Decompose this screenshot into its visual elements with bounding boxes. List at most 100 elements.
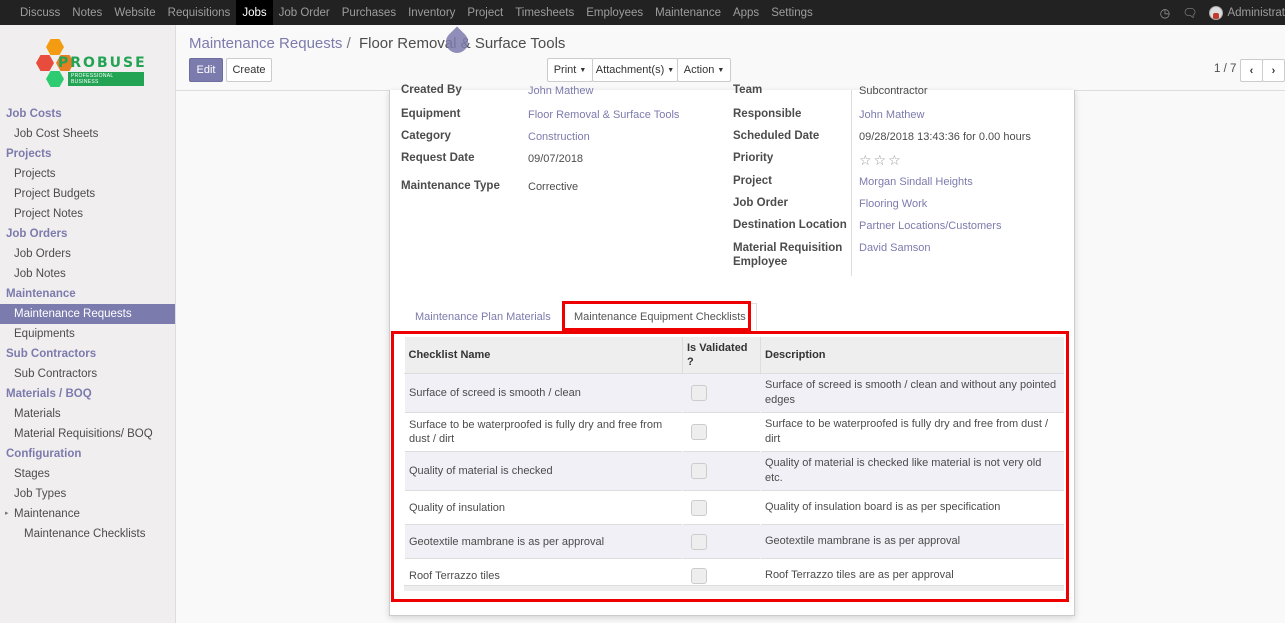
field-value-project[interactable]: Morgan Sindall Heights — [859, 176, 973, 188]
top-menu-apps[interactable]: Apps — [727, 0, 765, 25]
sidebar-item-maintenance[interactable]: ▸ Maintenance — [0, 504, 175, 524]
table-row[interactable]: Quality of material is checked Quality of… — [404, 451, 1064, 491]
table-row[interactable]: Geotextile mambrane is as per approval Ge… — [404, 524, 1064, 559]
field-value-destination-location[interactable]: Partner Locations/Customers — [859, 220, 1001, 232]
top-menu-requisitions[interactable]: Requisitions — [162, 0, 237, 25]
sidebar-item-label: Maintenance Checklists — [24, 528, 146, 540]
validated-checkbox[interactable] — [691, 567, 707, 584]
field-value-created-by[interactable]: John Mathew — [528, 85, 593, 97]
top-menu-discuss[interactable]: Discuss — [0, 0, 66, 25]
pager-previous-button[interactable]: ‹ — [1240, 59, 1263, 82]
sidebar-menu: Job Costs Job Cost Sheets Projects Projects… — [0, 104, 175, 544]
systray: ◷ 🗨 Administrat — [1160, 0, 1285, 25]
field-value-equipment[interactable]: Floor Removal & Surface Tools — [528, 109, 679, 121]
top-menu-maintenance[interactable]: Maintenance — [649, 0, 727, 25]
top-menu-project[interactable]: Project — [461, 0, 509, 25]
cell-is-validated — [682, 373, 761, 413]
sidebar-item-material-requisitions-boq[interactable]: Material Requisitions/ BOQ — [0, 424, 175, 444]
sidebar-section-maintenance[interactable]: Maintenance — [0, 284, 175, 304]
attachments-dropdown[interactable]: Attachment(s) ▼ — [592, 58, 678, 82]
pager-next-button[interactable]: › — [1262, 59, 1285, 82]
field-label-job-order: Job Order — [733, 197, 788, 209]
breadcrumb-parent[interactable]: Maintenance Requests — [189, 35, 342, 52]
sidebar-item-label: Project Budgets — [14, 188, 96, 200]
sidebar-section-job-costs[interactable]: Job Costs — [0, 104, 175, 124]
sidebar-item-materials[interactable]: Materials — [0, 404, 175, 424]
sidebar-section-sub-contractors[interactable]: Sub Contractors — [0, 344, 175, 364]
sidebar-item-label: Equipments — [14, 328, 75, 340]
column-header-checklist-name[interactable]: Checklist Name — [404, 337, 683, 374]
top-menu-notes[interactable]: Notes — [66, 0, 108, 25]
sidebar-item-label: Job Cost Sheets — [14, 128, 99, 140]
sidebar-item-label: Maintenance — [14, 508, 80, 520]
sidebar-item-sub-contractors[interactable]: Sub Contractors — [0, 364, 175, 384]
edit-button[interactable]: Edit — [189, 58, 223, 82]
cell-description: Surface to be waterproofed is fully dry … — [760, 412, 1064, 452]
field-label-priority: Priority — [733, 152, 774, 164]
cell-is-validated — [682, 490, 761, 525]
top-menu-purchases[interactable]: Purchases — [336, 0, 402, 25]
cell-description: Surface of screed is smooth / clean and … — [760, 373, 1064, 413]
field-value-job-order[interactable]: Flooring Work — [859, 198, 927, 210]
pager-value[interactable]: 1 / 7 — [1214, 63, 1236, 75]
cell-is-validated — [682, 524, 761, 559]
sidebar-item-job-cost-sheets[interactable]: Job Cost Sheets — [0, 124, 175, 144]
top-menu-job-order[interactable]: Job Order — [273, 0, 336, 25]
print-dropdown[interactable]: Print ▼ — [547, 58, 593, 82]
table-row[interactable]: Surface to be waterproofed is fully dry … — [404, 412, 1064, 452]
sidebar-section-configuration[interactable]: Configuration — [0, 444, 175, 464]
sidebar-item-projects[interactable]: Projects — [0, 164, 175, 184]
sidebar-section-materials-boq[interactable]: Materials / BOQ — [0, 384, 175, 404]
field-value-category[interactable]: Construction — [528, 131, 590, 143]
top-menu-employees[interactable]: Employees — [580, 0, 649, 25]
validated-checkbox[interactable] — [691, 533, 707, 550]
chevron-left-icon: ‹ — [1249, 64, 1254, 77]
cell-description: Quality of material is checked like mate… — [760, 451, 1064, 491]
sidebar-item-project-budgets[interactable]: Project Budgets — [0, 184, 175, 204]
column-header-description[interactable]: Description — [760, 337, 1064, 374]
top-menu-timesheets[interactable]: Timesheets — [509, 0, 580, 25]
validated-checkbox[interactable] — [691, 463, 707, 479]
table-row[interactable]: Quality of insulation Quality of insulati… — [404, 490, 1064, 525]
top-menu-website[interactable]: Website — [108, 0, 161, 25]
tab-maintenance-plan-materials[interactable]: Maintenance Plan Materials — [405, 303, 561, 331]
sidebar-section-job-orders[interactable]: Job Orders — [0, 224, 175, 244]
action-label: Action — [683, 64, 715, 76]
sidebar-item-maintenance-checklists[interactable]: Maintenance Checklists — [0, 524, 175, 544]
top-menu-jobs[interactable]: Jobs — [236, 0, 273, 25]
sidebar-item-equipments[interactable]: Equipments — [0, 324, 175, 344]
sidebar-item-job-notes[interactable]: Job Notes — [0, 264, 175, 284]
field-value-material-requisition-employee[interactable]: David Samson — [859, 242, 931, 254]
validated-checkbox[interactable] — [691, 499, 707, 516]
user-menu[interactable]: Administrat — [1209, 5, 1285, 20]
column-header-is-validated[interactable]: Is Validated ? — [682, 337, 761, 374]
top-menu-settings[interactable]: Settings — [765, 0, 819, 25]
sidebar-item-project-notes[interactable]: Project Notes — [0, 204, 175, 224]
sidebar-item-maintenance-requests[interactable]: Maintenance Requests — [0, 304, 175, 324]
caret-down-icon: ▼ — [579, 66, 587, 74]
action-dropdown[interactable]: Action ▼ — [677, 58, 731, 82]
clock-icon[interactable]: ◷ — [1160, 6, 1170, 20]
company-logo[interactable]: PROBUSE PROFESSIONAL BUSINESS — [32, 37, 145, 93]
sidebar-item-label: Sub Contractors — [14, 368, 98, 380]
chat-icon[interactable]: 🗨 — [1182, 6, 1197, 20]
priority-stars[interactable]: ☆☆☆ — [859, 152, 903, 169]
sidebar-section-projects[interactable]: Projects — [0, 144, 175, 164]
sidebar-item-job-orders[interactable]: Job Orders — [0, 244, 175, 264]
cell-description: Quality of insulation board is as per sp… — [760, 490, 1064, 525]
top-menu-inventory[interactable]: Inventory — [402, 0, 461, 25]
app-menu: Discuss Notes Website Requisitions Jobs Job O… — [0, 0, 819, 25]
sidebar-item-stages[interactable]: Stages — [0, 464, 175, 484]
create-button[interactable]: Create — [226, 58, 272, 82]
validated-checkbox[interactable] — [691, 424, 707, 440]
sidebar-item-job-types[interactable]: Job Types — [0, 484, 175, 504]
field-value-team: Subcontractor — [859, 85, 928, 97]
table-row[interactable]: Surface of screed is smooth / clean Surfa… — [404, 373, 1064, 413]
attachments-label: Attachment(s) — [595, 64, 665, 76]
field-value-responsible[interactable]: John Mathew — [859, 109, 924, 121]
form-group-separator — [851, 90, 852, 276]
chevron-right-icon: › — [1271, 64, 1276, 77]
sidebar-item-label: Maintenance Requests — [14, 308, 132, 320]
sidebar-item-label: Stages — [14, 468, 50, 480]
validated-checkbox[interactable] — [691, 385, 707, 401]
